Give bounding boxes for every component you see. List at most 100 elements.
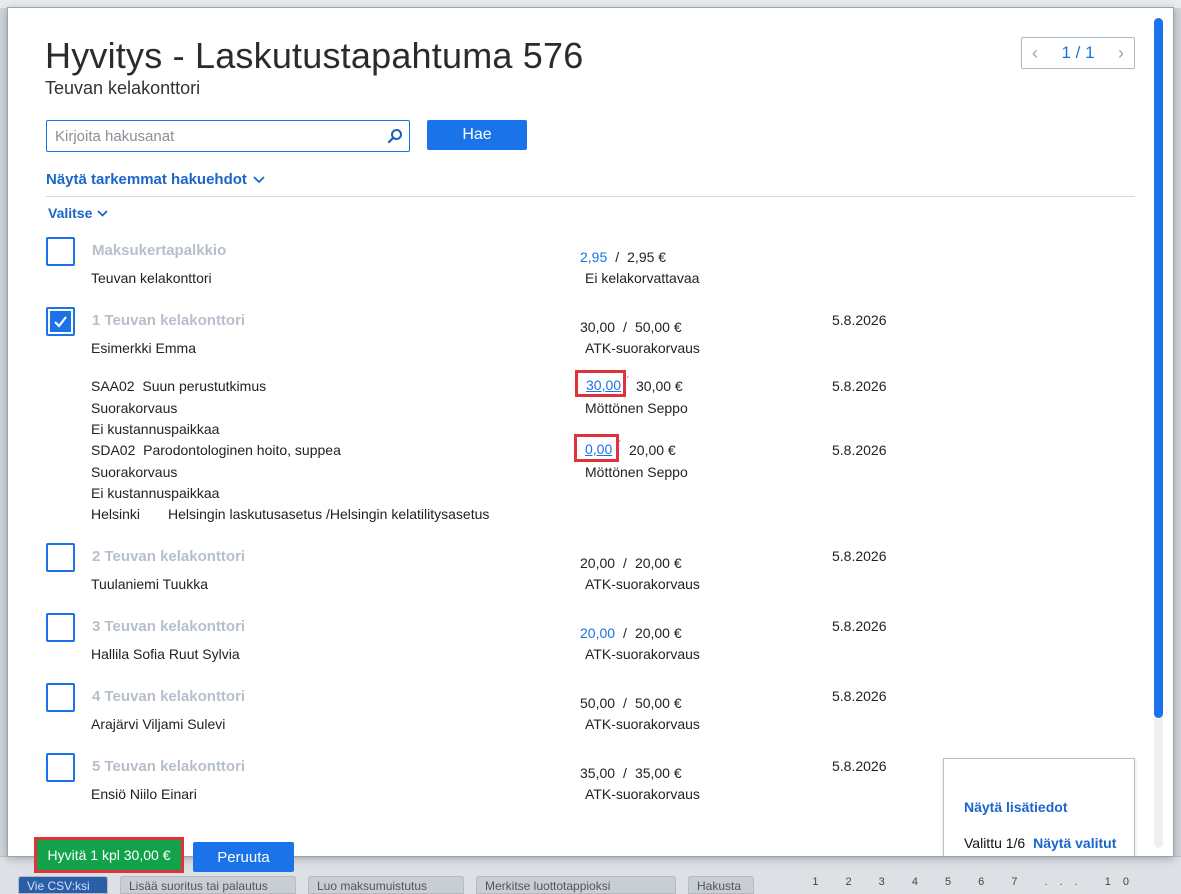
show-selected-link[interactable]: Näytä valitut <box>1033 835 1116 851</box>
row-amount: 35,00 <box>580 765 616 781</box>
subitem-amount-input[interactable]: 30,00 <box>586 377 621 393</box>
selection-status: Valittu 1/6 Näytä valitut <box>964 835 1116 851</box>
pager-text: 1 / 1 <box>1061 43 1095 62</box>
scrollbar-thumb[interactable] <box>1154 18 1163 718</box>
subitem-cost-center: Ei kustannuspaikkaa <box>91 421 220 437</box>
row-title: 2 Teuvan kelakonttori <box>92 548 246 565</box>
row-status: ATK-suorakorvaus <box>585 576 700 592</box>
row-date: 5.8.2026 <box>832 688 887 704</box>
row-amounts: 2,95/2,95 € <box>580 249 667 265</box>
row-status: ATK-suorakorvaus <box>585 340 700 356</box>
row-amounts: 50,00/50,00 € <box>580 695 682 711</box>
row-title: 5 Teuvan kelakonttori <box>92 758 246 775</box>
row-title: 1 Teuvan kelakonttori <box>92 312 246 329</box>
location-settings: Helsingin laskutusasetus /Helsingin kela… <box>168 506 490 522</box>
row-checkbox[interactable] <box>46 683 75 712</box>
row-total: 35,00 € <box>634 765 682 781</box>
row-name: Tuulaniemi Tuukka <box>91 576 208 592</box>
subitem-code-desc: SAA02 Suun perustutkimus <box>91 378 266 394</box>
modal-scrollbar[interactable] <box>1154 18 1163 848</box>
row-status: ATK-suorakorvaus <box>585 716 700 732</box>
row-amount: 30,00 <box>580 319 616 335</box>
search-box <box>46 120 410 152</box>
subitem-date: 5.8.2026 <box>832 378 887 394</box>
subitem-cost-center: Ei kustannuspaikkaa <box>91 485 220 501</box>
checkmark-icon <box>54 316 67 328</box>
divider <box>46 196 1135 197</box>
row-total: 2,95 € <box>627 249 667 265</box>
checkbox-fill <box>50 311 71 332</box>
search-input[interactable] <box>47 122 381 150</box>
subitem-date: 5.8.2026 <box>832 442 887 458</box>
row-date: 5.8.2026 <box>832 548 887 564</box>
subitem-code-desc: SDA02 Parodontologinen hoito, suppea <box>91 442 341 458</box>
row-checkbox[interactable] <box>46 613 75 642</box>
subitem-type: Suorakorvaus <box>91 464 178 480</box>
caret-icon: ˊ <box>618 440 622 451</box>
row-checkbox[interactable] <box>46 237 75 266</box>
row-amount: 50,00 <box>580 695 616 711</box>
bg-pagination: 1 2 3 4 5 6 7 ... 10 <box>812 876 1141 888</box>
row-checkbox-checked[interactable] <box>46 307 75 336</box>
search-button[interactable]: Hae <box>427 120 527 150</box>
subitem-amount-input[interactable]: 0,00 <box>585 441 612 457</box>
chevron-down-icon <box>253 175 265 183</box>
select-label: Valitse <box>48 205 93 221</box>
chevron-right-icon[interactable]: › <box>1118 43 1124 64</box>
row-title: 3 Teuvan kelakonttori <box>92 618 246 635</box>
record-pager: ‹ 1 / 1 › <box>1021 37 1135 69</box>
subitem-desc: Parodontologinen hoito, suppea <box>143 442 341 458</box>
row-amount: 20,00 <box>580 555 616 571</box>
subitem-total: 20,00 € <box>629 442 676 458</box>
row-total: 50,00 € <box>634 319 682 335</box>
row-amount-link[interactable]: 20,00 <box>580 625 615 641</box>
advanced-search-toggle[interactable]: Näytä tarkemmat hakuehdot <box>46 171 265 188</box>
subitem-code: SDA02 <box>91 442 136 458</box>
chevron-down-icon <box>97 209 109 217</box>
search-icon[interactable] <box>381 128 409 144</box>
subitem-person: Möttönen Seppo <box>585 464 688 480</box>
row-total: 20,00 € <box>634 625 682 641</box>
row-amounts: 20,00/20,00 € <box>580 625 682 641</box>
row-total: 50,00 € <box>634 695 682 711</box>
bg-credit-loss-button: Merkitse luottotappioksi <box>476 876 676 894</box>
bg-add-payment-button: Lisää suoritus tai palautus <box>120 876 296 894</box>
row-date: 5.8.2026 <box>832 618 887 634</box>
bg-reminder-button: Luo maksumuistutus <box>308 876 464 894</box>
location-city: Helsinki <box>91 506 141 522</box>
row-title: 4 Teuvan kelakonttori <box>92 688 246 705</box>
subitem-total: 30,00 € <box>636 378 683 394</box>
subitem-desc: Suun perustutkimus <box>142 378 267 394</box>
credit-modal: Hyvitys - Laskutustapahtuma 576 Teuvan k… <box>7 7 1174 857</box>
row-status: ATK-suorakorvaus <box>585 786 700 802</box>
row-total: 20,00 € <box>634 555 682 571</box>
cancel-button[interactable]: Peruuta <box>193 842 294 872</box>
row-amounts: 30,00/50,00 € <box>580 319 682 335</box>
row-name: Teuvan kelakonttori <box>91 270 212 286</box>
chevron-left-icon[interactable]: ‹ <box>1032 43 1038 64</box>
selected-count: Valittu 1/6 <box>964 835 1026 851</box>
row-amounts: 35,00/35,00 € <box>580 765 682 781</box>
row-checkbox[interactable] <box>46 543 75 572</box>
selection-info-panel: Näytä lisätiedot Valittu 1/6 Näytä valit… <box>943 758 1135 856</box>
row-date: 5.8.2026 <box>832 312 887 328</box>
row-name: Arajärvi Viljami Sulevi <box>91 716 226 732</box>
row-status: Ei kelakorvattavaa <box>585 270 700 286</box>
subitem-person: Möttönen Seppo <box>585 400 688 416</box>
row-name: Ensiö Niilo Einari <box>91 786 197 802</box>
select-dropdown[interactable]: Valitse <box>48 205 109 221</box>
bg-search-button: Hakusta <box>688 876 754 894</box>
row-title: Maksukertapalkkio <box>92 242 227 259</box>
row-checkbox[interactable] <box>46 753 75 782</box>
subitem-type: Suorakorvaus <box>91 400 178 416</box>
bg-export-csv-button: Vie CSV:ksi <box>18 876 108 894</box>
subitem-code: SAA02 <box>91 378 135 394</box>
row-amount-link[interactable]: 2,95 <box>580 249 607 265</box>
row-date: 5.8.2026 <box>832 758 887 774</box>
row-amounts: 20,00/20,00 € <box>580 555 682 571</box>
credit-button[interactable]: Hyvitä 1 kpl 30,00 € <box>34 837 184 873</box>
modal-subtitle: Teuvan kelakonttori <box>45 78 201 98</box>
caret-icon: ˊ <box>626 376 630 387</box>
row-status: ATK-suorakorvaus <box>585 646 700 662</box>
show-details-link[interactable]: Näytä lisätiedot <box>964 799 1067 815</box>
